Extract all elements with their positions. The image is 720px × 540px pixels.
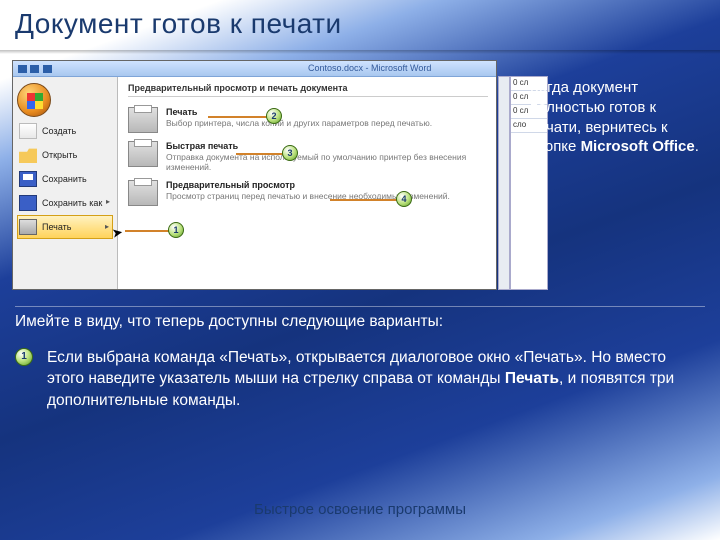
bullet-number: 1 — [15, 348, 33, 366]
window-title: Contoso.docx - Microsoft Word — [308, 63, 431, 73]
menu-label: Создать — [42, 126, 76, 136]
preview-icon — [128, 180, 158, 206]
menu-label: Печать — [42, 222, 71, 232]
callout-1: 1 — [168, 222, 184, 238]
saveas-icon — [19, 195, 37, 211]
submenu-desc: Выбор принтера, числа копий и других пар… — [166, 118, 488, 128]
submenu-label: Предварительный просмотр — [166, 180, 488, 190]
office-button[interactable] — [17, 83, 51, 117]
printer-icon — [128, 141, 158, 167]
qat-icon — [18, 65, 27, 73]
submenu-arrow-icon: ▸ — [106, 197, 110, 206]
office-logo-icon — [27, 93, 43, 109]
menu-label: Открыть — [42, 150, 77, 160]
callout-3: 3 — [282, 145, 298, 161]
menu-item-print[interactable]: Печать ▸ — [17, 215, 113, 239]
save-icon — [19, 171, 37, 187]
callout-leader — [208, 116, 268, 118]
slide-title: Документ готов к печати — [15, 8, 342, 40]
qat-icon — [43, 65, 52, 73]
callout-leader — [236, 153, 284, 155]
printer-icon — [128, 107, 158, 133]
submenu-item-preview[interactable]: Предварительный просмотр Просмотр страни… — [128, 176, 488, 210]
submenu-arrow-icon: ▸ — [105, 222, 109, 231]
ruler — [498, 76, 510, 290]
office-menu-right: Предварительный просмотр и печать докуме… — [118, 77, 496, 289]
menu-label: Сохранить — [42, 174, 87, 184]
menu-item-new[interactable]: Создать — [17, 119, 113, 143]
submenu-item-quickprint[interactable]: Быстрая печать Отправка документа на исп… — [128, 137, 488, 176]
title-shadow — [0, 50, 720, 54]
open-icon — [19, 147, 37, 163]
submenu-item-print[interactable]: Печать Выбор принтера, числа копий и дру… — [128, 103, 488, 137]
word-window: Contoso.docx - Microsoft Word Создать От… — [12, 60, 497, 290]
slide-subhead: Имейте в виду, что теперь доступны следу… — [15, 313, 705, 331]
print-icon — [19, 219, 37, 235]
submenu-desc: Отправка документа на используемый по ум… — [166, 152, 488, 172]
slide-footer: Быстрое освоение программы — [0, 501, 720, 518]
caption-text: . — [695, 138, 699, 155]
menu-label: Сохранить как — [42, 198, 102, 208]
new-icon — [19, 123, 37, 139]
menu-item-saveas[interactable]: Сохранить как ▸ — [17, 191, 113, 215]
qat-icon — [30, 65, 39, 73]
office-menu: Создать Открыть Сохранить Сохранить как … — [13, 77, 496, 289]
menu-item-open[interactable]: Открыть — [17, 143, 113, 167]
callout-2: 2 — [266, 108, 282, 124]
callout-leader — [330, 199, 398, 201]
slide-body: Если выбрана команда «Печать»‎, открывае… — [47, 347, 687, 411]
callout-4: 4 — [396, 191, 412, 207]
submenu-desc: Просмотр страниц перед печатью и внесени… — [166, 191, 488, 201]
window-titlebar: Contoso.docx - Microsoft Word — [13, 61, 496, 77]
callout-leader — [125, 230, 170, 232]
submenu-label: Быстрая печать — [166, 141, 488, 151]
submenu-title: Предварительный просмотр и печать докуме… — [128, 83, 488, 97]
horizontal-rule — [15, 306, 705, 307]
slide-caption: Когда документ полностью готов к печати,… — [530, 78, 710, 157]
caption-bold: Microsoft Office — [581, 138, 695, 155]
menu-item-save[interactable]: Сохранить — [17, 167, 113, 191]
body-bold: Печать — [505, 370, 559, 387]
